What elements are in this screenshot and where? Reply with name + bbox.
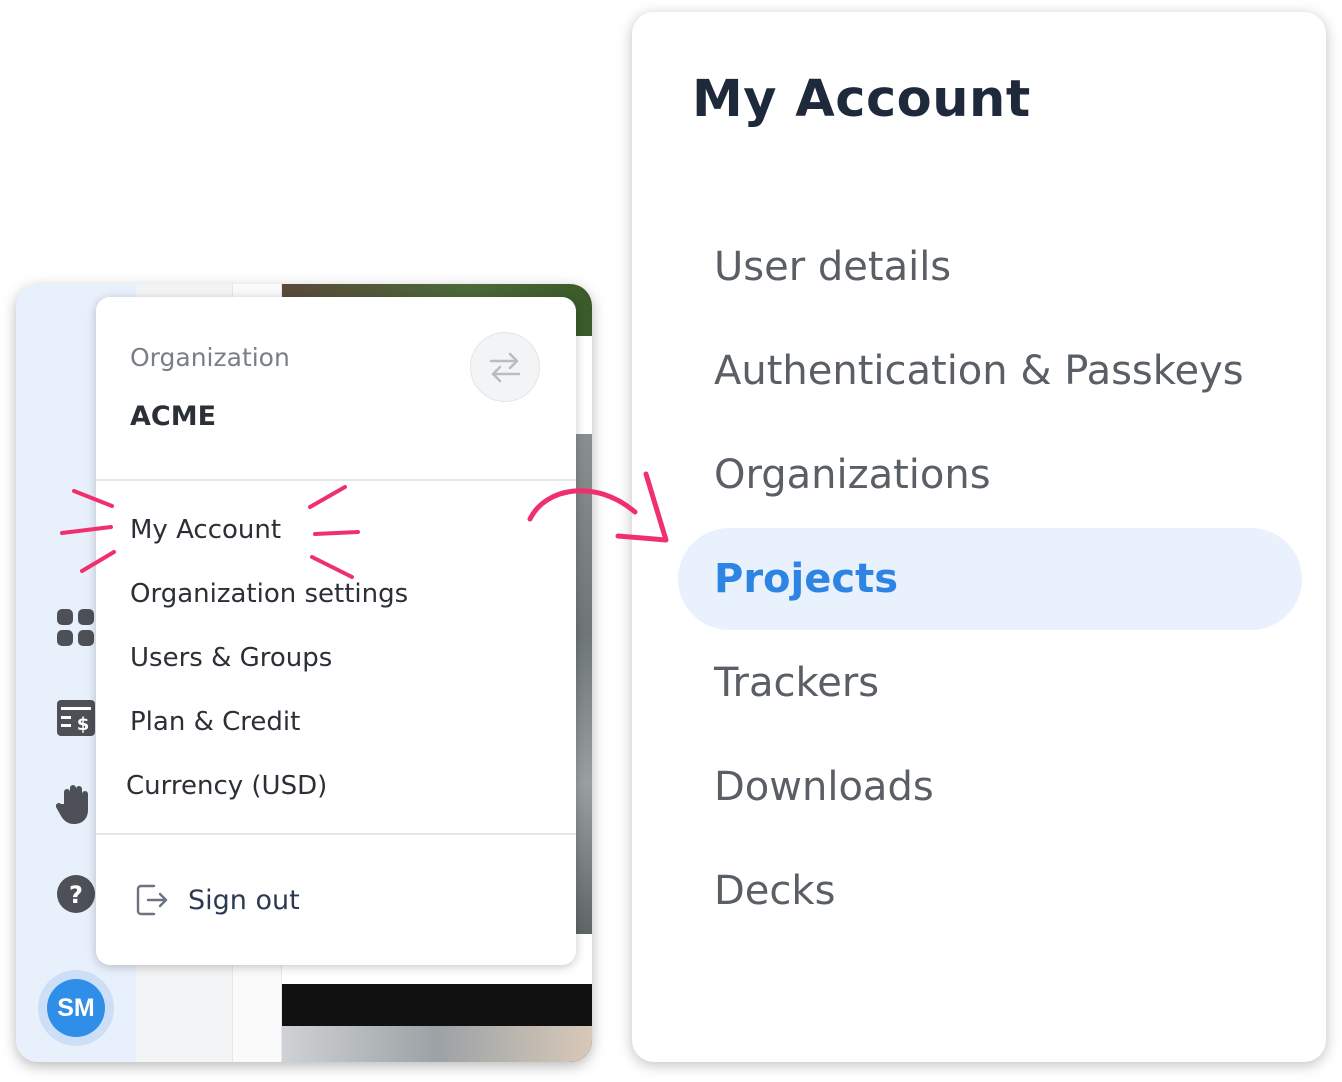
page-title: My Account (692, 70, 1031, 129)
background-image-bottom-scene (282, 1026, 592, 1062)
grid-icon[interactable] (56, 608, 96, 648)
switch-organization-button[interactable] (470, 332, 540, 402)
sign-out-icon (136, 884, 168, 916)
menu-item-plan-credit[interactable]: Plan & Credit (130, 707, 300, 737)
nav-item-projects[interactable]: Projects (678, 528, 1302, 630)
menu-item-currency[interactable]: Currency (USD) (126, 771, 327, 801)
nav-item-trackers[interactable]: Trackers (678, 632, 1302, 734)
svg-text:$: $ (77, 714, 90, 735)
sign-out-button[interactable]: Sign out (134, 882, 300, 918)
swap-arrows-icon (489, 352, 521, 383)
sign-out-label: Sign out (188, 884, 300, 916)
account-dropdown-menu: Organization ACME My Account Organizatio… (96, 297, 576, 965)
organization-name: ACME (130, 401, 217, 432)
menu-divider (96, 833, 576, 835)
menu-item-users-groups[interactable]: Users & Groups (130, 643, 332, 673)
svg-text:?: ? (69, 881, 83, 909)
background-image-right (576, 434, 592, 934)
nav-item-decks[interactable]: Decks (678, 840, 1302, 942)
help-icon[interactable]: ? (56, 874, 96, 914)
nav-item-authentication-passkeys[interactable]: Authentication & Passkeys (678, 320, 1302, 422)
nav-item-organizations[interactable]: Organizations (678, 424, 1302, 526)
organization-label: Organization (130, 343, 290, 372)
avatar-initials: SM (47, 979, 105, 1037)
menu-item-my-account[interactable]: My Account (130, 515, 281, 545)
menu-item-organization-settings[interactable]: Organization settings (130, 579, 408, 609)
nav-item-user-details[interactable]: User details (678, 216, 1302, 318)
nav-item-downloads[interactable]: Downloads (678, 736, 1302, 838)
my-account-panel: My Account User details Authentication &… (632, 12, 1326, 1062)
menu-divider (96, 479, 576, 481)
avatar[interactable]: SM (38, 970, 114, 1046)
hand-icon[interactable] (56, 784, 96, 824)
billing-icon[interactable]: $ (56, 698, 96, 738)
